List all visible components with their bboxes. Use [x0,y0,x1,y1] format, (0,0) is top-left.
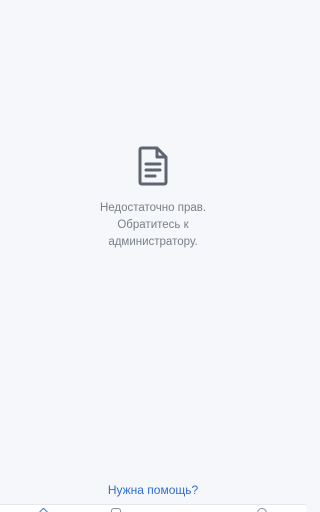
document-icon [138,146,168,186]
message-line: администратору. [108,236,198,248]
bottom-tab-bar [0,504,306,512]
empty-state: Недостаточно прав. Обратитесь к админист… [0,146,306,251]
screen: Недостаточно прав. Обратитесь к админист… [0,0,306,512]
home-icon[interactable] [38,507,49,512]
profile-icon[interactable] [257,508,267,512]
permission-message: Недостаточно прав. Обратитесь к админист… [63,200,243,251]
help-link[interactable]: Нужна помощь? [0,483,306,497]
message-line: Недостаточно прав. [99,202,207,214]
arrow-icon[interactable] [184,508,194,512]
list-icon[interactable] [111,508,121,512]
message-line: Обратитесь к [117,219,189,231]
